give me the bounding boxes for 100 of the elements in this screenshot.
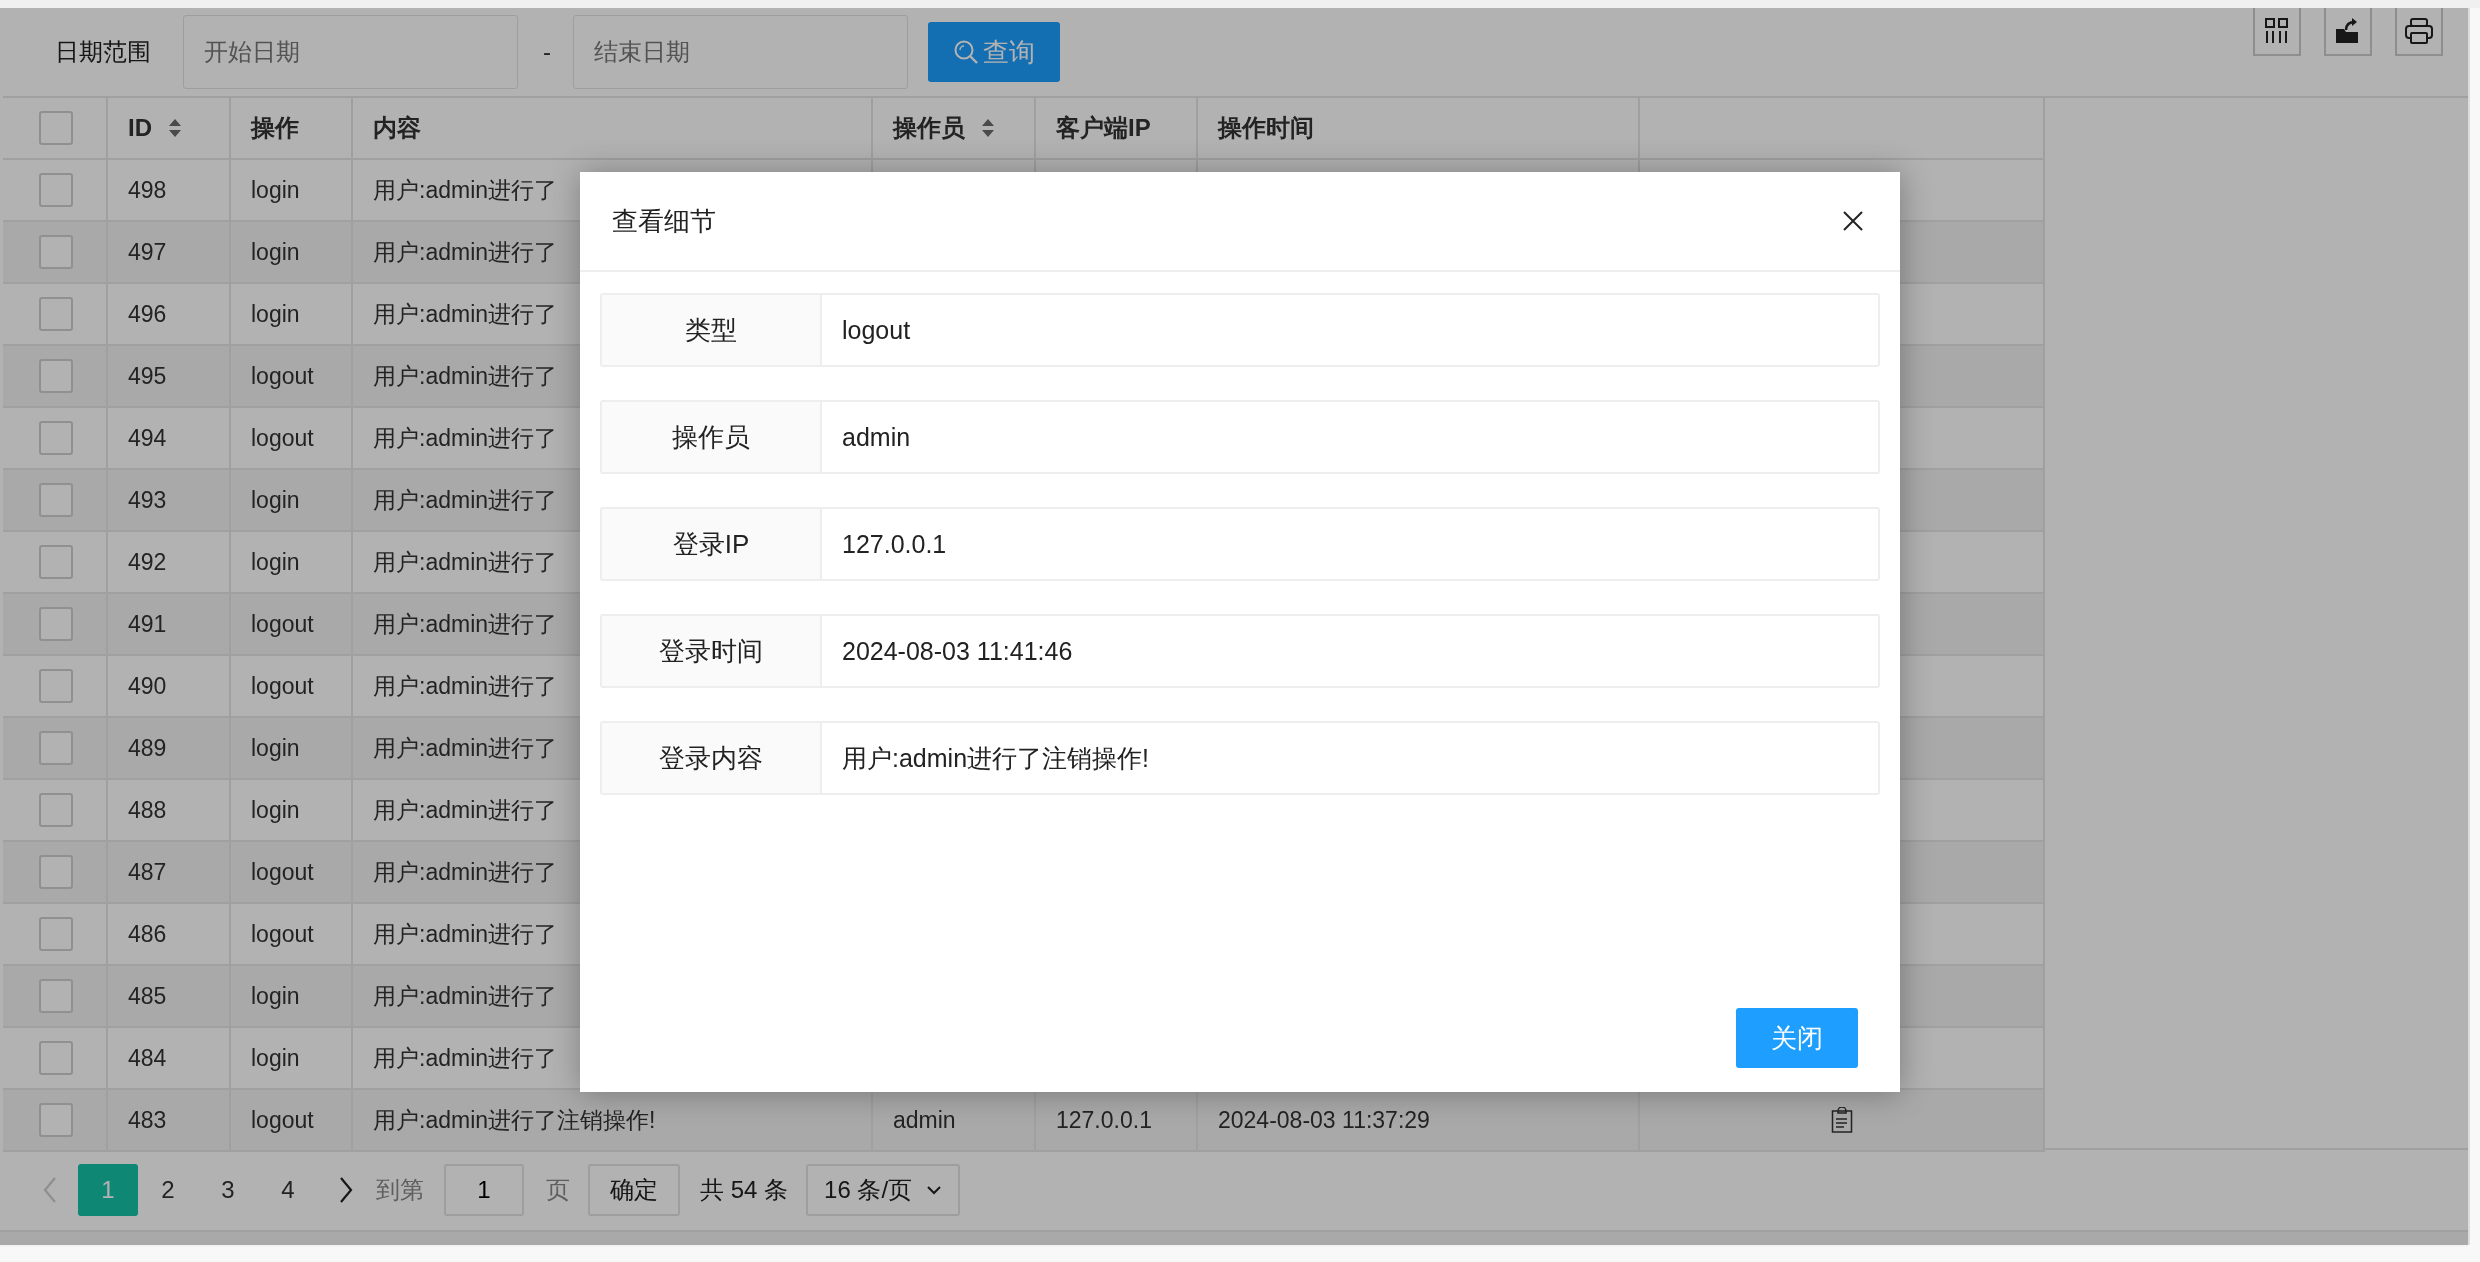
columns-icon[interactable] — [2253, 8, 2301, 56]
search-icon — [953, 39, 979, 65]
table-cell-text: 用户:admin进行了 — [373, 857, 558, 887]
header-cell[interactable]: 操作员 — [873, 98, 1036, 158]
column-header: 客户端IP — [1056, 113, 1151, 143]
field-label: 操作员 — [602, 402, 822, 472]
table-cell: admin — [893, 1106, 956, 1134]
column-header: 操作员 — [893, 113, 965, 143]
column-header: 操作时间 — [1218, 113, 1314, 143]
row-checkbox[interactable] — [39, 731, 73, 765]
sort-icon[interactable] — [168, 118, 182, 138]
row-checkbox[interactable] — [39, 793, 73, 827]
row-checkbox[interactable] — [39, 421, 73, 455]
end-date-field[interactable]: 结束日期 — [573, 15, 908, 89]
table-cell-text: 用户:admin进行了 — [373, 175, 558, 205]
row-checkbox[interactable] — [39, 545, 73, 579]
column-header: 操作 — [251, 113, 299, 143]
table-cell: login — [251, 796, 300, 824]
field-label: 登录时间 — [602, 616, 822, 686]
field-value: 用户:admin进行了注销操作! — [841, 742, 1150, 774]
close-icon[interactable] — [1842, 210, 1864, 232]
table-cell: 484 — [128, 1044, 167, 1072]
table-cell: 485 — [128, 982, 167, 1010]
table-cell-text: 用户:admin进行了注销操作! — [373, 1105, 656, 1135]
table-cell: logout — [251, 424, 314, 452]
table-cell: 497 — [128, 238, 167, 266]
row-checkbox[interactable] — [39, 979, 73, 1013]
field-value: 127.0.0.1 — [841, 528, 948, 560]
header-cell[interactable]: 操作 — [231, 98, 353, 158]
table-cell: 127.0.0.1 — [1056, 1106, 1152, 1134]
table-cell-text: 用户:admin进行了 — [373, 733, 558, 763]
page-button[interactable]: 4 — [258, 1164, 318, 1216]
start-date-field[interactable]: 开始日期 — [183, 15, 518, 89]
table-cell: logout — [251, 362, 314, 390]
table-cell: login — [251, 548, 300, 576]
table-cell-text: 用户:admin进行了 — [373, 237, 558, 267]
table-cell: 494 — [128, 424, 167, 452]
header-cell[interactable]: 内容 — [353, 98, 873, 158]
row-checkbox[interactable] — [39, 607, 73, 641]
table-cell-text: 用户:admin进行了 — [373, 981, 558, 1011]
sort-icon[interactable] — [981, 118, 995, 138]
table-cell-text: 用户:admin进行了 — [373, 299, 558, 329]
table-cell: 483 — [128, 1106, 167, 1134]
row-checkbox[interactable] — [39, 855, 73, 889]
field-label: 登录IP — [602, 509, 822, 579]
row-checkbox[interactable] — [39, 669, 73, 703]
column-header: ID — [128, 114, 152, 142]
row-checkbox[interactable] — [39, 917, 73, 951]
table-cell-text: 用户:admin进行了 — [373, 609, 558, 639]
page-button[interactable]: 3 — [198, 1164, 258, 1216]
field-value: admin — [841, 421, 912, 453]
row-checkbox[interactable] — [39, 483, 73, 517]
table-cell: login — [251, 1044, 300, 1072]
table-cell: 498 — [128, 176, 167, 204]
table-cell: 496 — [128, 300, 167, 328]
row-checkbox[interactable] — [39, 173, 73, 207]
row-checkbox[interactable] — [39, 1041, 73, 1075]
page-size-select[interactable]: 16 条/页 — [806, 1164, 961, 1216]
row-checkbox[interactable] — [39, 1103, 73, 1137]
table-cell: 488 — [128, 796, 167, 824]
filter-label: 日期范围 — [55, 37, 151, 67]
goto-label: 到第 — [376, 1175, 424, 1205]
print-icon[interactable] — [2395, 8, 2443, 56]
table-cell: logout — [251, 858, 314, 886]
table-cell-text: 用户:admin进行了 — [373, 485, 558, 515]
page-input[interactable]: 1 — [444, 1164, 524, 1216]
table-cell: 495 — [128, 362, 167, 390]
row-checkbox[interactable] — [39, 235, 73, 269]
table-cell-text: 用户:admin进行了 — [373, 361, 558, 391]
row-checkbox[interactable] — [39, 297, 73, 331]
column-header: 内容 — [373, 113, 421, 143]
table-cell: 486 — [128, 920, 167, 948]
table-cell: login — [251, 486, 300, 514]
export-icon[interactable] — [2324, 8, 2372, 56]
table-cell: 490 — [128, 672, 167, 700]
header-cell[interactable]: ID — [108, 98, 231, 158]
confirm-button[interactable]: 确定 — [588, 1164, 680, 1216]
table-cell: 2024-08-03 11:37:29 — [1218, 1106, 1430, 1134]
header-cell[interactable]: 操作时间 — [1198, 98, 1640, 158]
field-label: 登录内容 — [602, 723, 822, 793]
range-separator: - — [543, 38, 551, 66]
table-cell: logout — [251, 920, 314, 948]
select-all-checkbox[interactable] — [39, 111, 73, 145]
header-cell[interactable]: 客户端IP — [1036, 98, 1198, 158]
table-cell: logout — [251, 610, 314, 638]
table-cell: login — [251, 734, 300, 762]
table-cell: login — [251, 238, 300, 266]
next-page-icon[interactable] — [338, 1176, 354, 1204]
page-button[interactable]: 2 — [138, 1164, 198, 1216]
chevron-down-icon — [926, 1185, 943, 1195]
table-cell: 492 — [128, 548, 167, 576]
field-value: 2024-08-03 11:41:46 — [841, 635, 1074, 667]
table-cell: 489 — [128, 734, 167, 762]
table-cell-text: 用户:admin进行了 — [373, 795, 558, 825]
page-suffix: 页 — [546, 1175, 570, 1205]
table-cell: logout — [251, 672, 314, 700]
table-cell-text: 用户:admin进行了 — [373, 671, 558, 701]
clipboard-icon[interactable] — [1830, 1107, 1853, 1133]
row-checkbox[interactable] — [39, 359, 73, 393]
dialog-title: 查看细节 — [612, 204, 716, 238]
